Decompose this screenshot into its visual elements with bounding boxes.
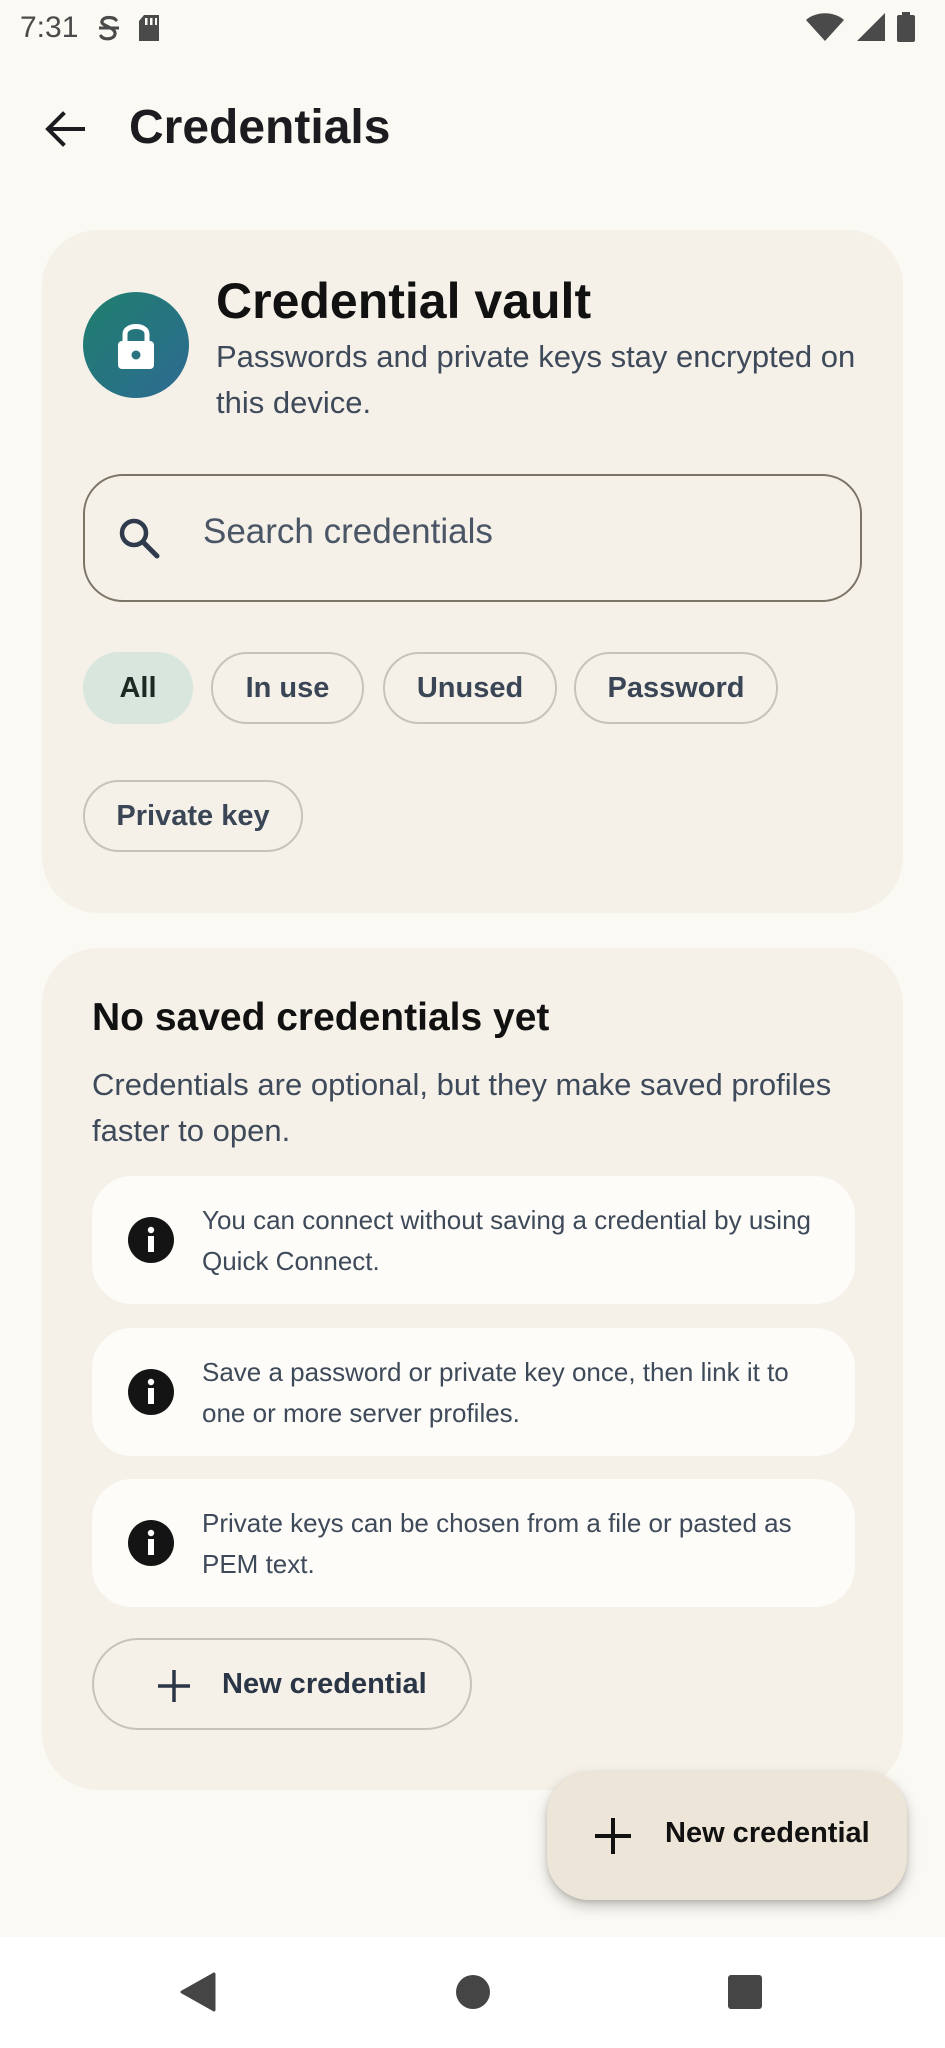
filter-chip-private-key[interactable]: Private key (83, 780, 303, 852)
sd-card-icon (139, 15, 160, 41)
tip-text: Private keys can be chosen from a file o… (202, 1508, 792, 1579)
info-icon (128, 1369, 174, 1415)
vault-avatar (83, 292, 189, 398)
tip-text: You can connect without saving a credent… (202, 1205, 811, 1276)
nav-home-button[interactable] (448, 1967, 498, 2017)
status-time: 7:31 (20, 11, 79, 44)
triangle-back-icon (180, 1972, 216, 2012)
system-nav-bar (0, 1937, 945, 2048)
empty-state-card: No saved credentials yet Credentials are… (42, 948, 903, 1790)
filter-chip-password[interactable]: Password (574, 652, 778, 724)
vault-title: Credential vault (216, 273, 592, 329)
battery-icon (897, 12, 915, 42)
arrow-left-icon (45, 111, 85, 147)
empty-state-title: No saved credentials yet (92, 996, 550, 1039)
wifi-icon (806, 13, 844, 41)
nav-recents-button[interactable] (720, 1967, 770, 2017)
status-icons-left (96, 13, 162, 43)
tip-card: Save a password or private key once, the… (92, 1328, 855, 1456)
empty-state-description: Credentials are optional, but they make … (92, 1067, 832, 1148)
new-credential-button[interactable]: New credential (92, 1638, 472, 1730)
vault-card: Credential vault Passwords and private k… (42, 230, 903, 913)
s-icon (99, 15, 120, 41)
circle-home-icon (456, 1975, 490, 2009)
tip-text: Save a password or private key once, the… (202, 1357, 789, 1428)
filter-chip-unused[interactable]: Unused (383, 652, 557, 724)
back-button[interactable] (38, 102, 92, 156)
search-field[interactable]: Search credentials (83, 474, 862, 602)
new-credential-button-label: New credential (222, 1668, 427, 1700)
info-icon (128, 1217, 174, 1263)
tip-card: You can connect without saving a credent… (92, 1176, 855, 1304)
new-credential-fab[interactable]: New credential (547, 1772, 907, 1900)
page-title: Credentials (129, 101, 391, 154)
plus-icon (595, 1818, 631, 1854)
nav-back-button[interactable] (172, 1967, 222, 2017)
filter-chip-all[interactable]: All (83, 652, 193, 724)
info-icon (128, 1520, 174, 1566)
fab-label: New credential (665, 1817, 870, 1849)
search-icon (115, 514, 163, 562)
filter-chip-in-use[interactable]: In use (211, 652, 364, 724)
signal-icon (857, 13, 885, 41)
plus-icon (158, 1670, 190, 1702)
tip-card: Private keys can be chosen from a file o… (92, 1479, 855, 1607)
status-bar: 7:31 (0, 0, 945, 56)
vault-subtitle: Passwords and private keys stay encrypte… (216, 339, 856, 420)
search-input[interactable]: Search credentials (203, 512, 493, 552)
top-app-bar: Credentials (0, 86, 945, 170)
status-icons-right (805, 12, 915, 42)
square-recents-icon (728, 1975, 762, 2009)
lock-icon (118, 324, 154, 369)
